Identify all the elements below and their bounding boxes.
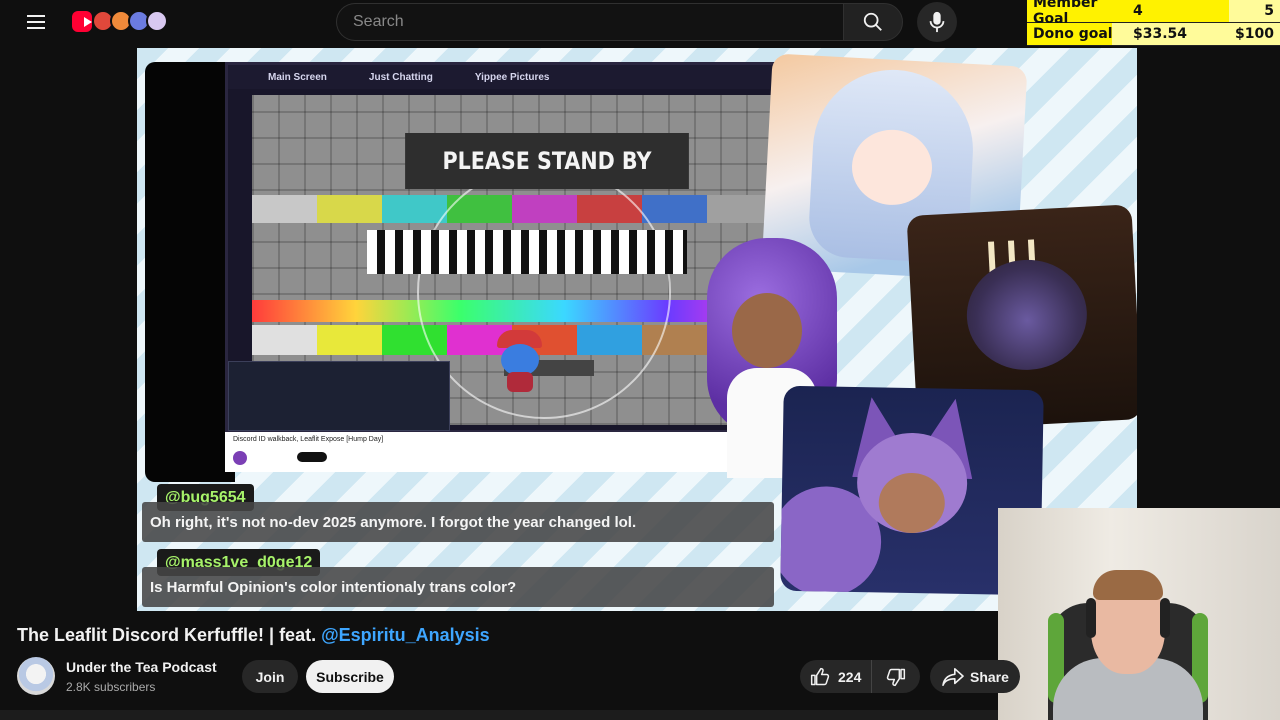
join-button[interactable]: Join	[242, 660, 298, 693]
embedded-channel-avatar	[233, 451, 247, 465]
stream-goals-overlay: Member Goal 4 5 Dono goal $33.54 $100	[1027, 0, 1280, 46]
stand-by-text: PLEASE STAND BY	[405, 133, 689, 189]
youtube-play-icon	[72, 10, 92, 32]
test-card-circle	[417, 165, 671, 419]
embedded-live-chat	[228, 361, 450, 431]
headphones-icon	[1160, 598, 1170, 638]
webcam-overlay	[998, 508, 1280, 720]
dono-goal: Dono goal $33.54 $100	[1027, 23, 1280, 46]
stream-tab: Yippee Pictures	[474, 71, 550, 83]
mention-link[interactable]: @Espiritu_Analysis	[321, 625, 490, 645]
thumbs-up-icon	[810, 667, 830, 685]
dono-goal-target: $100	[1235, 26, 1274, 42]
video-player[interactable]: Main Screen Just Chatting Yippee Picture…	[137, 48, 1137, 611]
doodle-logo-art	[92, 10, 168, 32]
chat-message: Oh right, it's not no-dev 2025 anymore. …	[142, 502, 774, 542]
dono-goal-label: Dono goal	[1033, 26, 1113, 42]
subscribe-button[interactable]: Subscribe	[306, 660, 394, 693]
stream-tabs: Main Screen Just Chatting Yippee Picture…	[228, 65, 788, 89]
video-letterbox	[145, 62, 235, 482]
youtube-logo[interactable]	[72, 9, 168, 33]
channel-name[interactable]: Under the Tea Podcast	[66, 659, 217, 675]
description-box-edge	[0, 710, 998, 720]
member-goal-current: 4	[1133, 3, 1143, 19]
stream-tab: Main Screen	[268, 71, 327, 83]
menu-icon[interactable]	[18, 8, 54, 36]
stream-tab: Just Chatting	[368, 71, 433, 83]
share-label: Share	[970, 668, 1009, 685]
subscriber-count: 2.8K subscribers	[66, 680, 156, 694]
search-box[interactable]	[336, 3, 843, 41]
voice-search-button[interactable]	[917, 2, 957, 42]
member-goal-target: 5	[1264, 3, 1274, 19]
dislike-button[interactable]	[872, 660, 920, 693]
test-card-pattern	[367, 230, 687, 274]
like-count: 224	[838, 668, 862, 685]
chibi-avatar	[497, 330, 542, 392]
chat-message: Is Harmful Opinion's color intentionaly …	[142, 567, 774, 607]
member-goal: Member Goal 4 5	[1027, 0, 1280, 27]
embedded-subscribe-button	[297, 452, 327, 462]
like-dislike-group: 224	[800, 660, 920, 693]
video-title: The Leaflit Discord Kerfuffle! | feat. @…	[17, 625, 490, 646]
search-button[interactable]	[843, 3, 903, 41]
like-button[interactable]: 224	[800, 660, 872, 693]
search-icon	[863, 12, 882, 31]
mic-icon	[929, 11, 945, 33]
video-title-text: The Leaflit Discord Kerfuffle! | feat.	[17, 625, 322, 645]
share-button[interactable]: Share	[930, 660, 1020, 693]
thumbs-down-icon	[886, 668, 906, 686]
dono-goal-current: $33.54	[1133, 26, 1188, 42]
headphones-icon	[1086, 598, 1096, 638]
search-input[interactable]	[351, 12, 843, 32]
channel-avatar[interactable]	[17, 657, 55, 695]
embedded-video-title: Discord ID walkback, Leaflit Expose [Hum…	[233, 436, 384, 443]
share-icon	[942, 667, 964, 686]
streamer-hair	[1093, 570, 1163, 600]
